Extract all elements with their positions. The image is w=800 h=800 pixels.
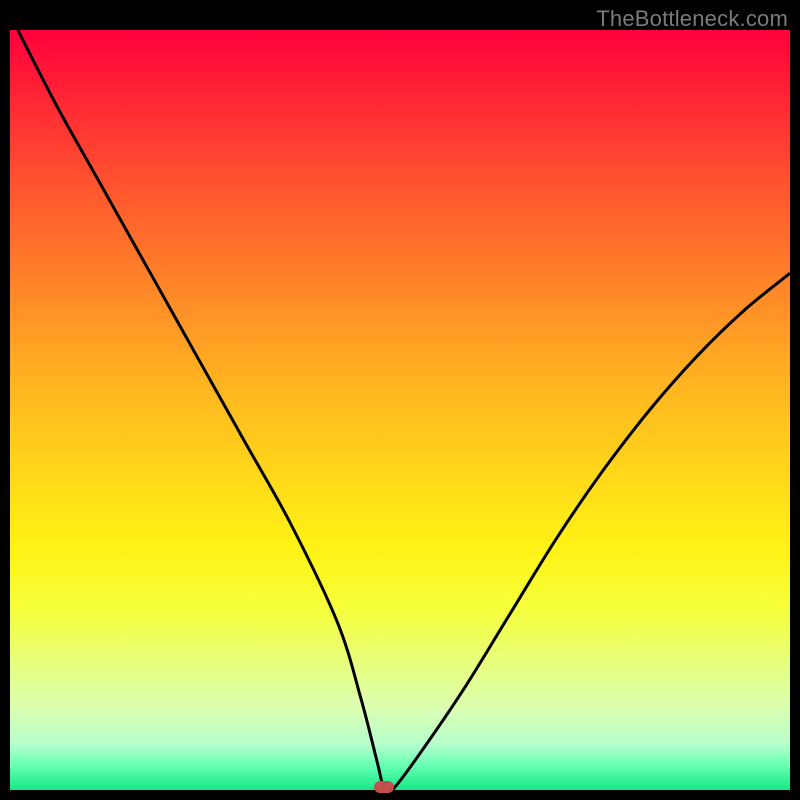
minimum-marker bbox=[374, 781, 394, 793]
attribution-watermark: TheBottleneck.com bbox=[596, 6, 788, 32]
chart-plot-area bbox=[10, 30, 790, 790]
